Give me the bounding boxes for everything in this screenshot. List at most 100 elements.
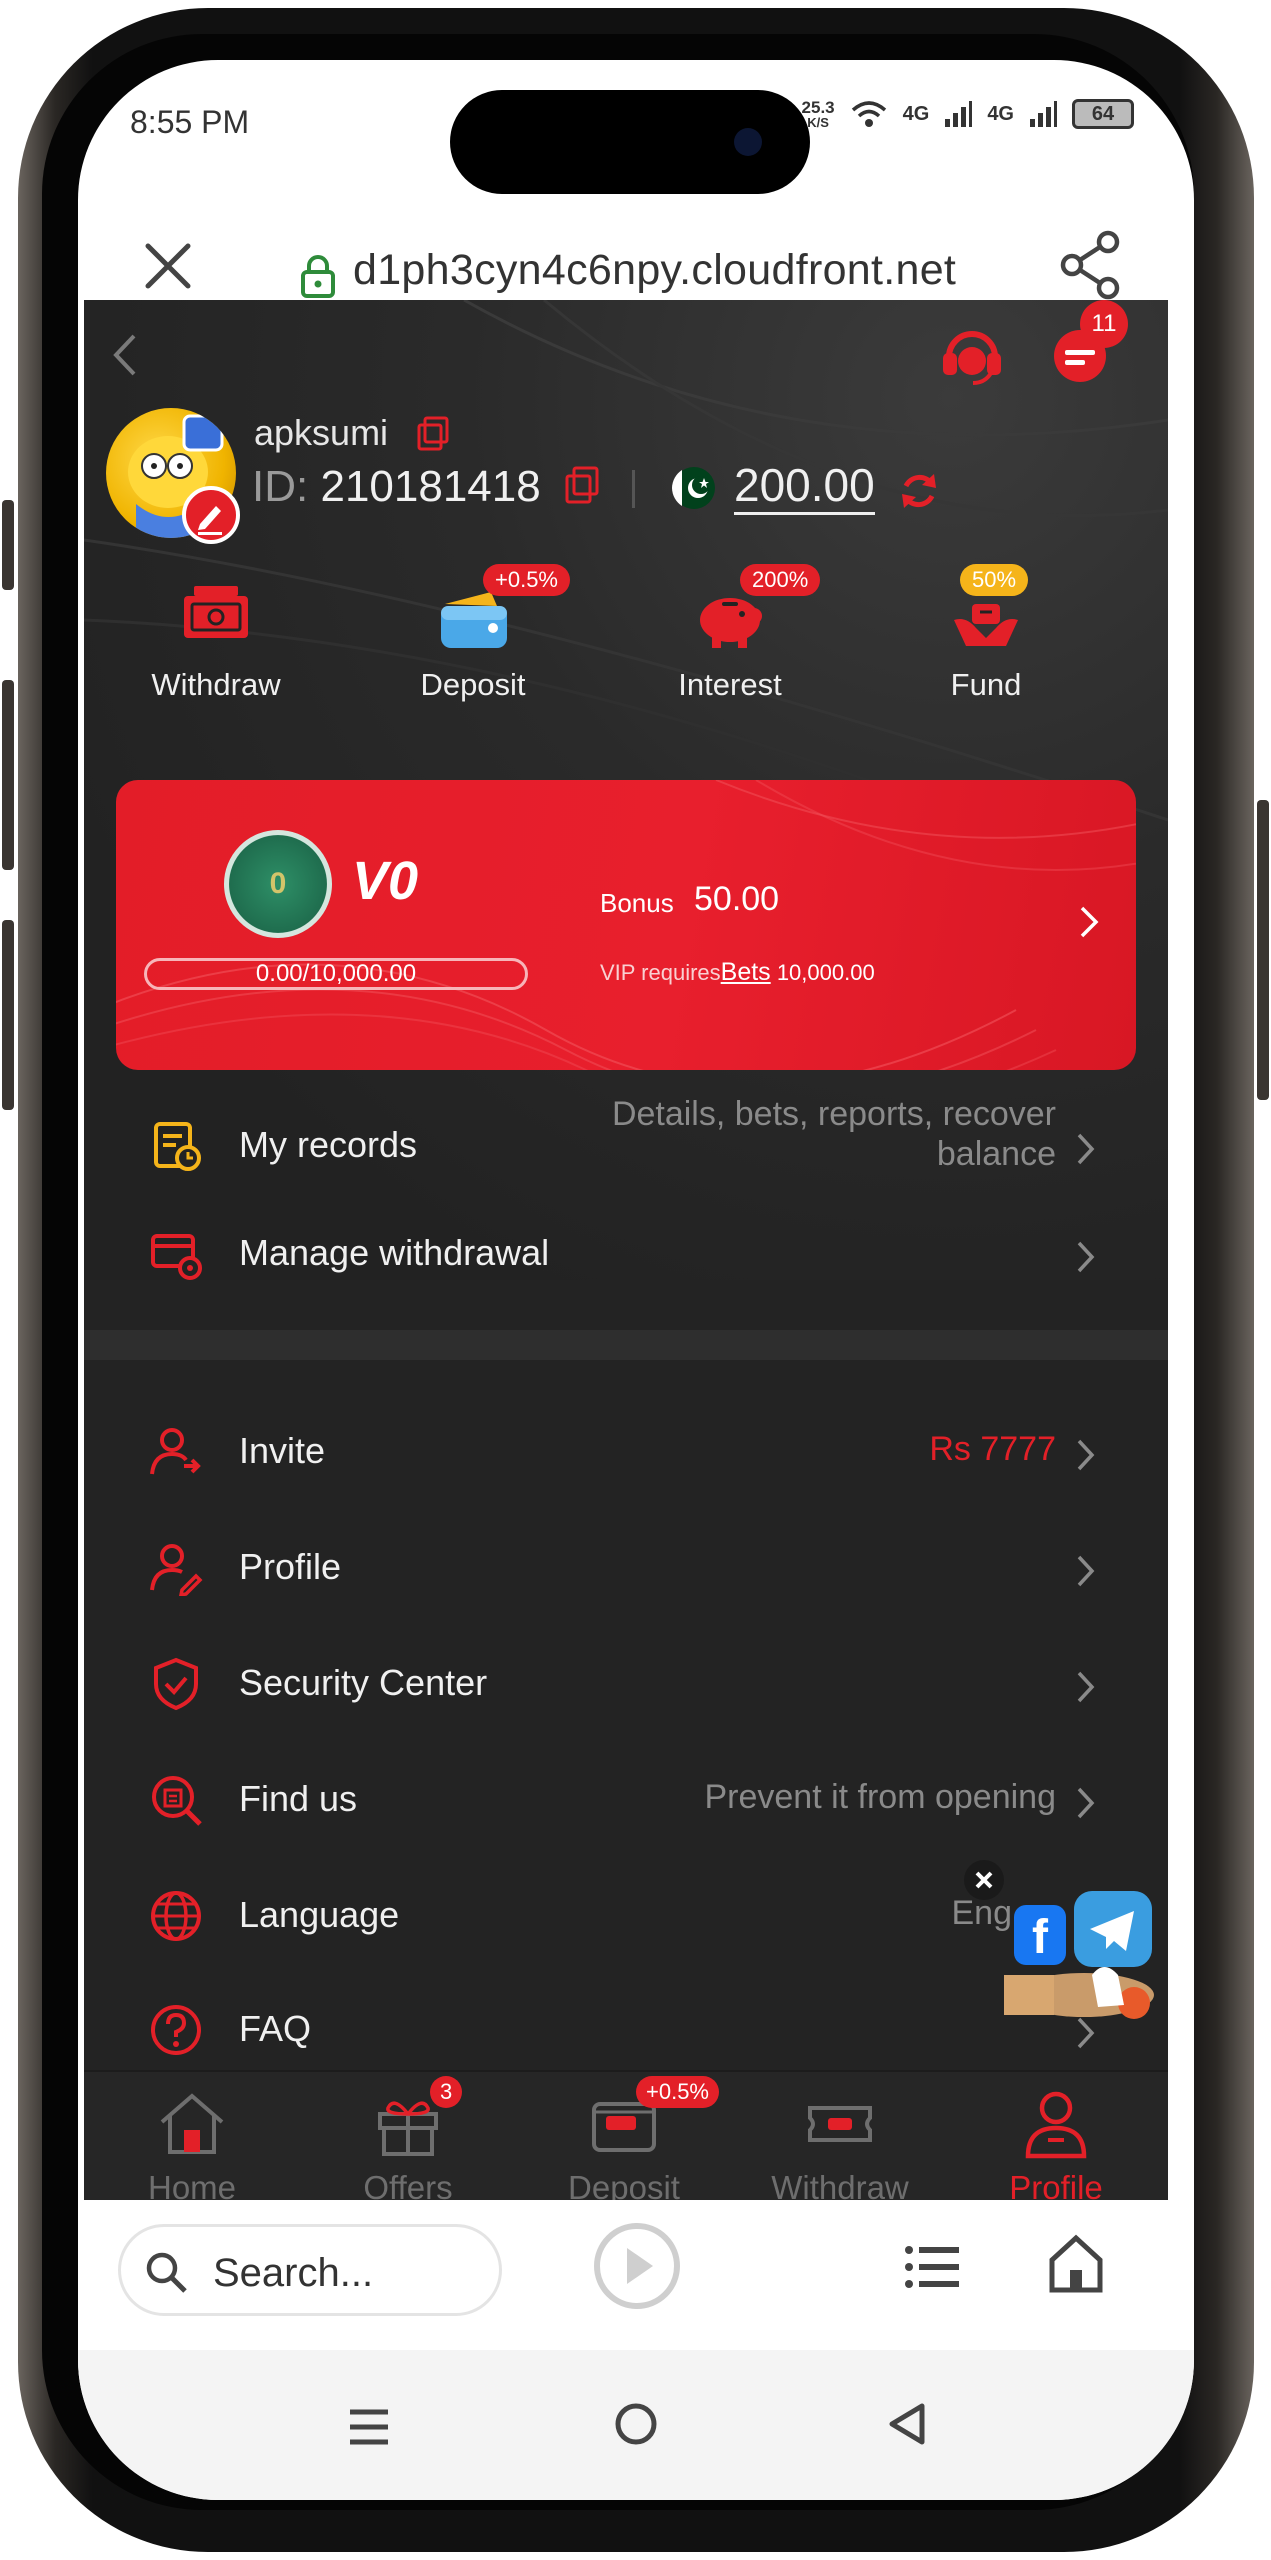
signal-label-2: 4G — [987, 102, 1014, 125]
menu-label: Profile — [239, 1546, 342, 1587]
list-icon[interactable] — [903, 2242, 963, 2292]
chevron-right-icon — [1077, 1241, 1095, 1273]
invite-user-icon — [150, 1428, 201, 1475]
signal-bars-icon-1 — [945, 101, 973, 127]
shield-icon — [154, 1657, 198, 1711]
menu-item-profile[interactable]: Profile — [84, 1510, 1168, 1620]
chevron-right-icon — [1077, 1787, 1095, 1819]
refresh-balance-icon[interactable] — [898, 470, 940, 512]
network-speed-unit: K/S — [807, 115, 829, 130]
back-triangle-icon[interactable] — [886, 2400, 928, 2448]
address-bar-url[interactable]: d1ph3cyn4c6npy.cloudfront.net — [353, 246, 956, 295]
side-button-power — [1257, 800, 1269, 1100]
quick-action-label: Interest — [678, 667, 782, 702]
quick-action-withdraw[interactable]: Withdraw — [116, 576, 316, 703]
dynamic-island — [450, 90, 810, 194]
side-button-volume-up — [2, 680, 14, 870]
quick-action-interest[interactable]: 200% Interest — [630, 564, 830, 703]
customer-service-headset-icon[interactable] — [939, 323, 1005, 385]
floating-social-widget[interactable]: f — [994, 1855, 1168, 2035]
chevron-right-icon — [1077, 1133, 1095, 1165]
quick-action-label: Withdraw — [151, 667, 281, 702]
vip-requires-amount: 10,000.00 — [776, 960, 875, 985]
menu-value-line-2: balance — [936, 1135, 1056, 1173]
menu-value: Details, bets, reports, recover balance — [612, 1094, 1056, 1174]
network-speed-value: 25.3 — [801, 98, 835, 117]
quick-action-fund[interactable]: 50% Fund — [886, 564, 1086, 703]
play-icon[interactable] — [591, 2220, 683, 2312]
signal-bars-icon-2 — [1030, 101, 1057, 127]
offers-count-badge: 3 — [430, 2076, 463, 2108]
menu-label: Invite — [239, 1430, 326, 1471]
chevron-right-icon — [1077, 1671, 1095, 1703]
menu-value: Prevent it from opening — [704, 1778, 1056, 1816]
globe-icon — [151, 1891, 201, 1941]
question-icon — [151, 2005, 201, 2055]
vip-bonus-value: 50.00 — [694, 880, 780, 918]
quick-action-label: Deposit — [420, 667, 526, 702]
search-input[interactable]: Search... — [118, 2224, 502, 2316]
chevron-right-icon — [1077, 1555, 1095, 1587]
vip-requirement: VIP requiresBets 10,000.00 — [600, 958, 875, 987]
back-arrow-icon[interactable] — [106, 330, 142, 380]
tab-label: Deposit — [568, 2169, 680, 2200]
menu-label: Security Center — [239, 1662, 488, 1703]
menu-item-find-us[interactable]: Find us Prevent it from opening — [84, 1742, 1168, 1852]
pakistan-flag-icon — [672, 467, 715, 509]
menu-item-invite[interactable]: Invite Rs 7777 — [84, 1394, 1168, 1504]
withdraw-ticket-icon — [184, 586, 248, 638]
svg-text:f: f — [1032, 1911, 1049, 1964]
vip-bets-link[interactable]: Bets — [721, 958, 771, 986]
copy-id-icon[interactable] — [564, 466, 600, 506]
tab-label: Home — [147, 2169, 237, 2200]
tab-label: Withdraw — [771, 2169, 909, 2200]
share-icon[interactable] — [1058, 230, 1124, 300]
tab-home[interactable]: Home — [84, 2072, 300, 2200]
tab-withdraw[interactable]: Withdraw — [732, 2072, 948, 2200]
close-widget-button[interactable] — [964, 1860, 1004, 1900]
quick-action-deposit[interactable]: +0.5% Deposit — [373, 564, 573, 703]
username: apksumi — [254, 412, 389, 453]
records-icon — [154, 1122, 201, 1171]
menu-item-my-records[interactable]: My records Details, bets, reports, recov… — [84, 1088, 1168, 1198]
social-widget-illustration: f — [1004, 1891, 1154, 2019]
menu-value-line-1: Details, bets, reports, recover — [611, 1095, 1056, 1133]
side-button-volume-down — [2, 920, 14, 1110]
tab-deposit[interactable]: +0.5% Deposit — [516, 2072, 732, 2200]
menu-label: Manage withdrawal — [239, 1232, 550, 1273]
menu-item-manage-withdrawal[interactable]: Manage withdrawal — [84, 1196, 1168, 1306]
vip-medal-icon: 0 — [224, 830, 332, 938]
network-speed: 25.3 K/S — [802, 99, 835, 129]
search-icon — [146, 2252, 187, 2293]
search-placeholder: Search... — [213, 2251, 374, 2295]
lock-icon — [301, 255, 335, 298]
deposit-bonus-badge: +0.5% — [483, 564, 570, 596]
battery-indicator: 64 — [1072, 99, 1134, 129]
app-webview: 11 apksumi ID: 210181418 200.00 Withdraw… — [84, 300, 1168, 2200]
phone-screen: 8:55 PM 25.3 K/S 4G 4G 64 d1ph3cyn4c6npy… — [78, 60, 1194, 2500]
home-icon — [160, 2093, 224, 2154]
quick-action-label: Fund — [950, 667, 1022, 702]
vip-requires-label: VIP requires — [600, 960, 721, 985]
copy-username-icon[interactable] — [416, 416, 450, 452]
front-camera — [734, 128, 762, 156]
vip-progress-text: 0.00/10,000.00 — [255, 960, 417, 987]
vip-card[interactable]: 0 V0 0.00/10,000.00 Bonus 50.00 VIP requ… — [116, 780, 1136, 1070]
vip-bonus-label: Bonus — [600, 888, 674, 918]
menu-item-security-center[interactable]: Security Center — [84, 1626, 1168, 1736]
bottom-tab-bar: Home 3 Offers +0.5% Deposit Withdraw Pro… — [84, 2070, 1168, 2200]
chevron-right-icon — [1080, 906, 1099, 938]
tab-offers[interactable]: 3 Offers — [300, 2072, 516, 2200]
recent-apps-icon[interactable] — [346, 2404, 392, 2450]
close-icon[interactable] — [140, 238, 196, 294]
deposit-bonus-badge: +0.5% — [636, 2076, 719, 2108]
tab-profile[interactable]: Profile — [948, 2072, 1164, 2200]
home-icon[interactable] — [1046, 2232, 1106, 2296]
section-divider — [84, 1330, 1168, 1360]
menu-label: My records — [239, 1124, 418, 1165]
profile-icon — [1025, 2091, 1087, 2159]
manage-withdrawal-icon — [151, 1234, 202, 1280]
edit-avatar-button[interactable] — [182, 486, 240, 544]
vip-level: V0 — [352, 851, 419, 911]
home-circle-icon[interactable] — [612, 2400, 660, 2448]
